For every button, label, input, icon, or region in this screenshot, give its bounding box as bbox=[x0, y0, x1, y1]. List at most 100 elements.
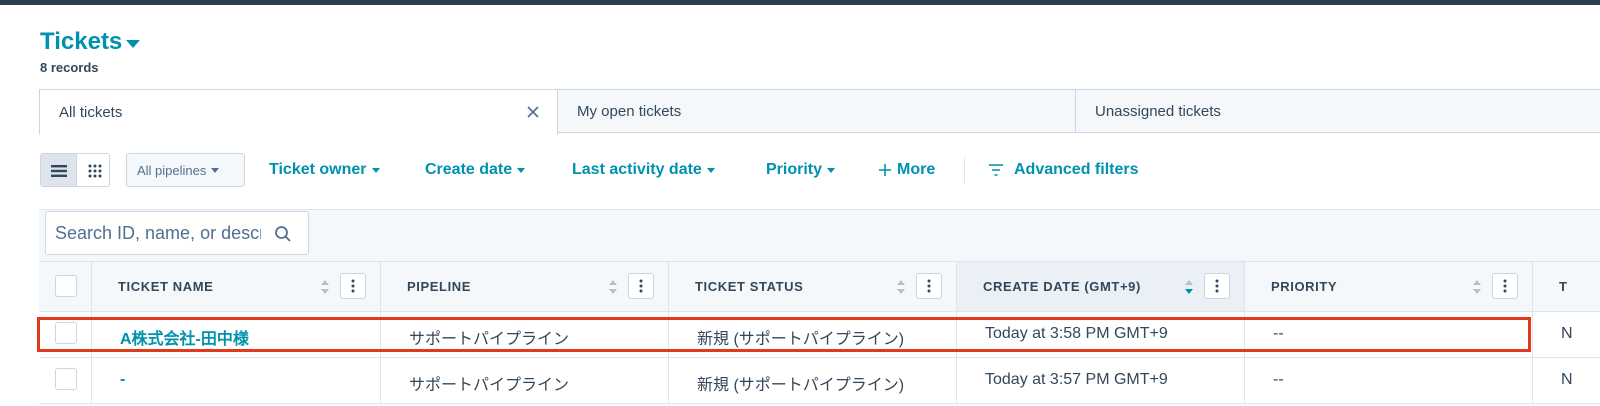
row-checkbox[interactable] bbox=[55, 322, 77, 344]
select-all-cell bbox=[39, 262, 92, 311]
advanced-filters-button[interactable]: Advanced filters bbox=[988, 153, 1138, 187]
list-icon bbox=[50, 165, 67, 177]
priority-value: -- bbox=[1273, 371, 1284, 388]
more-filters-button[interactable]: More bbox=[878, 153, 935, 187]
page-title-dropdown[interactable]: Tickets bbox=[40, 28, 141, 56]
ticket-status-value: 新規 (サポートパイプライン) bbox=[697, 331, 905, 348]
caret-down-icon bbox=[517, 167, 526, 173]
more-vertical-icon bbox=[927, 279, 931, 293]
column-menu-button[interactable] bbox=[628, 273, 654, 299]
filter-icon bbox=[989, 164, 1003, 176]
column-header-priority[interactable]: PRIORITY bbox=[1245, 262, 1533, 311]
truncated-cell: N bbox=[1533, 312, 1600, 357]
column-label: T bbox=[1559, 279, 1568, 294]
pipeline-cell: サポートパイプライン bbox=[381, 358, 669, 403]
truncated-value: N bbox=[1561, 371, 1573, 388]
column-label: TICKET NAME bbox=[118, 279, 214, 294]
create-date-cell: Today at 3:57 PM GMT+9 bbox=[957, 358, 1245, 403]
priority-cell: -- bbox=[1245, 312, 1533, 357]
ticket-name-link[interactable]: - bbox=[120, 371, 125, 389]
close-icon[interactable] bbox=[525, 104, 541, 120]
sort-descending-icon[interactable] bbox=[1184, 278, 1194, 296]
row-select-cell bbox=[39, 358, 92, 403]
ticket-status-cell: 新規 (サポートパイプライン) bbox=[669, 358, 957, 403]
divider bbox=[964, 157, 965, 183]
more-vertical-icon bbox=[351, 279, 355, 293]
filter-label: Last activity date bbox=[572, 161, 702, 178]
column-label: CREATE DATE (GMT+9) bbox=[983, 279, 1141, 294]
ticket-name-link[interactable]: A株式会社-田中様 bbox=[120, 325, 249, 349]
ticket-name-cell: A株式会社-田中様 bbox=[92, 312, 381, 357]
board-view-button[interactable] bbox=[76, 154, 109, 186]
table-row[interactable]: A株式会社-田中様 サポートパイプライン 新規 (サポートパイプライン) Tod… bbox=[39, 312, 1600, 358]
sort-icon[interactable] bbox=[1472, 278, 1482, 296]
more-vertical-icon bbox=[639, 279, 643, 293]
tab-all-tickets[interactable]: All tickets bbox=[39, 89, 558, 135]
plus-icon bbox=[879, 164, 891, 176]
column-menu-button[interactable] bbox=[1492, 273, 1518, 299]
filter-label: Advanced filters bbox=[1014, 161, 1139, 178]
truncated-value: N bbox=[1561, 325, 1573, 342]
filter-bar: All pipelines Ticket owner Create date L… bbox=[40, 153, 1600, 189]
grid-icon bbox=[88, 164, 101, 178]
view-tabs: All tickets My open tickets Unassigned t… bbox=[39, 89, 1600, 135]
tab-my-open-tickets[interactable]: My open tickets bbox=[557, 89, 1076, 133]
ticket-status-cell: 新規 (サポートパイプライン) bbox=[669, 312, 957, 357]
record-count: 8 records bbox=[40, 60, 99, 75]
search-box bbox=[45, 211, 309, 255]
filter-label: Ticket owner bbox=[269, 161, 367, 178]
caret-down-icon bbox=[706, 167, 715, 173]
priority-cell: -- bbox=[1245, 358, 1533, 403]
list-view-button[interactable] bbox=[41, 154, 76, 186]
caret-down-icon bbox=[126, 39, 141, 48]
create-date-cell: Today at 3:58 PM GMT+9 bbox=[957, 312, 1245, 357]
pipeline-cell: サポートパイプライン bbox=[381, 312, 669, 357]
tab-label: All tickets bbox=[59, 103, 123, 121]
ticket-name-cell: - bbox=[92, 358, 381, 403]
truncated-cell: N bbox=[1533, 358, 1600, 403]
tab-unassigned-tickets[interactable]: Unassigned tickets bbox=[1075, 89, 1600, 133]
row-select-cell bbox=[39, 312, 92, 357]
row-checkbox[interactable] bbox=[55, 368, 77, 390]
search-input[interactable] bbox=[55, 222, 261, 244]
tab-label: Unassigned tickets bbox=[1095, 102, 1221, 120]
caret-down-icon bbox=[827, 167, 836, 173]
sort-icon[interactable] bbox=[608, 278, 618, 296]
column-header-ticket-status[interactable]: TICKET STATUS bbox=[669, 262, 957, 311]
select-all-checkbox[interactable] bbox=[55, 275, 77, 297]
table-header: TICKET NAME PIPELINE TICKET STATUS CREAT… bbox=[39, 261, 1600, 312]
more-vertical-icon bbox=[1503, 279, 1507, 293]
sort-icon[interactable] bbox=[320, 278, 330, 296]
column-menu-button[interactable] bbox=[1204, 273, 1230, 299]
table-row[interactable]: - サポートパイプライン 新規 (サポートパイプライン) Today at 3:… bbox=[39, 358, 1600, 404]
column-menu-button[interactable] bbox=[340, 273, 366, 299]
column-label: PIPELINE bbox=[407, 279, 472, 294]
column-label: PRIORITY bbox=[1271, 279, 1338, 294]
pipeline-value: サポートパイプライン bbox=[409, 331, 570, 348]
tab-label: My open tickets bbox=[577, 102, 682, 120]
caret-down-icon bbox=[211, 167, 220, 173]
priority-filter[interactable]: Priority bbox=[766, 153, 836, 187]
column-header-truncated[interactable]: T bbox=[1533, 262, 1600, 311]
column-header-create-date[interactable]: CREATE DATE (GMT+9) bbox=[957, 262, 1245, 311]
more-vertical-icon bbox=[1215, 279, 1219, 293]
top-nav-bar bbox=[0, 0, 1600, 5]
filter-label: More bbox=[897, 161, 936, 178]
search-icon[interactable] bbox=[274, 225, 292, 243]
ticket-owner-filter[interactable]: Ticket owner bbox=[269, 153, 380, 187]
ticket-status-value: 新規 (サポートパイプライン) bbox=[697, 377, 905, 394]
view-toggle bbox=[40, 153, 110, 187]
create-date-value: Today at 3:58 PM GMT+9 bbox=[985, 325, 1168, 342]
column-header-pipeline[interactable]: PIPELINE bbox=[381, 262, 669, 311]
pipelines-label: All pipelines bbox=[137, 162, 207, 178]
pipelines-dropdown[interactable]: All pipelines bbox=[126, 153, 245, 187]
column-header-ticket-name[interactable]: TICKET NAME bbox=[92, 262, 381, 311]
create-date-value: Today at 3:57 PM GMT+9 bbox=[985, 371, 1168, 388]
column-label: TICKET STATUS bbox=[695, 279, 804, 294]
pipeline-value: サポートパイプライン bbox=[409, 377, 570, 394]
last-activity-date-filter[interactable]: Last activity date bbox=[572, 153, 715, 187]
sort-icon[interactable] bbox=[896, 278, 906, 296]
create-date-filter[interactable]: Create date bbox=[425, 153, 526, 187]
column-menu-button[interactable] bbox=[916, 273, 942, 299]
table-toolbar bbox=[39, 209, 1600, 262]
